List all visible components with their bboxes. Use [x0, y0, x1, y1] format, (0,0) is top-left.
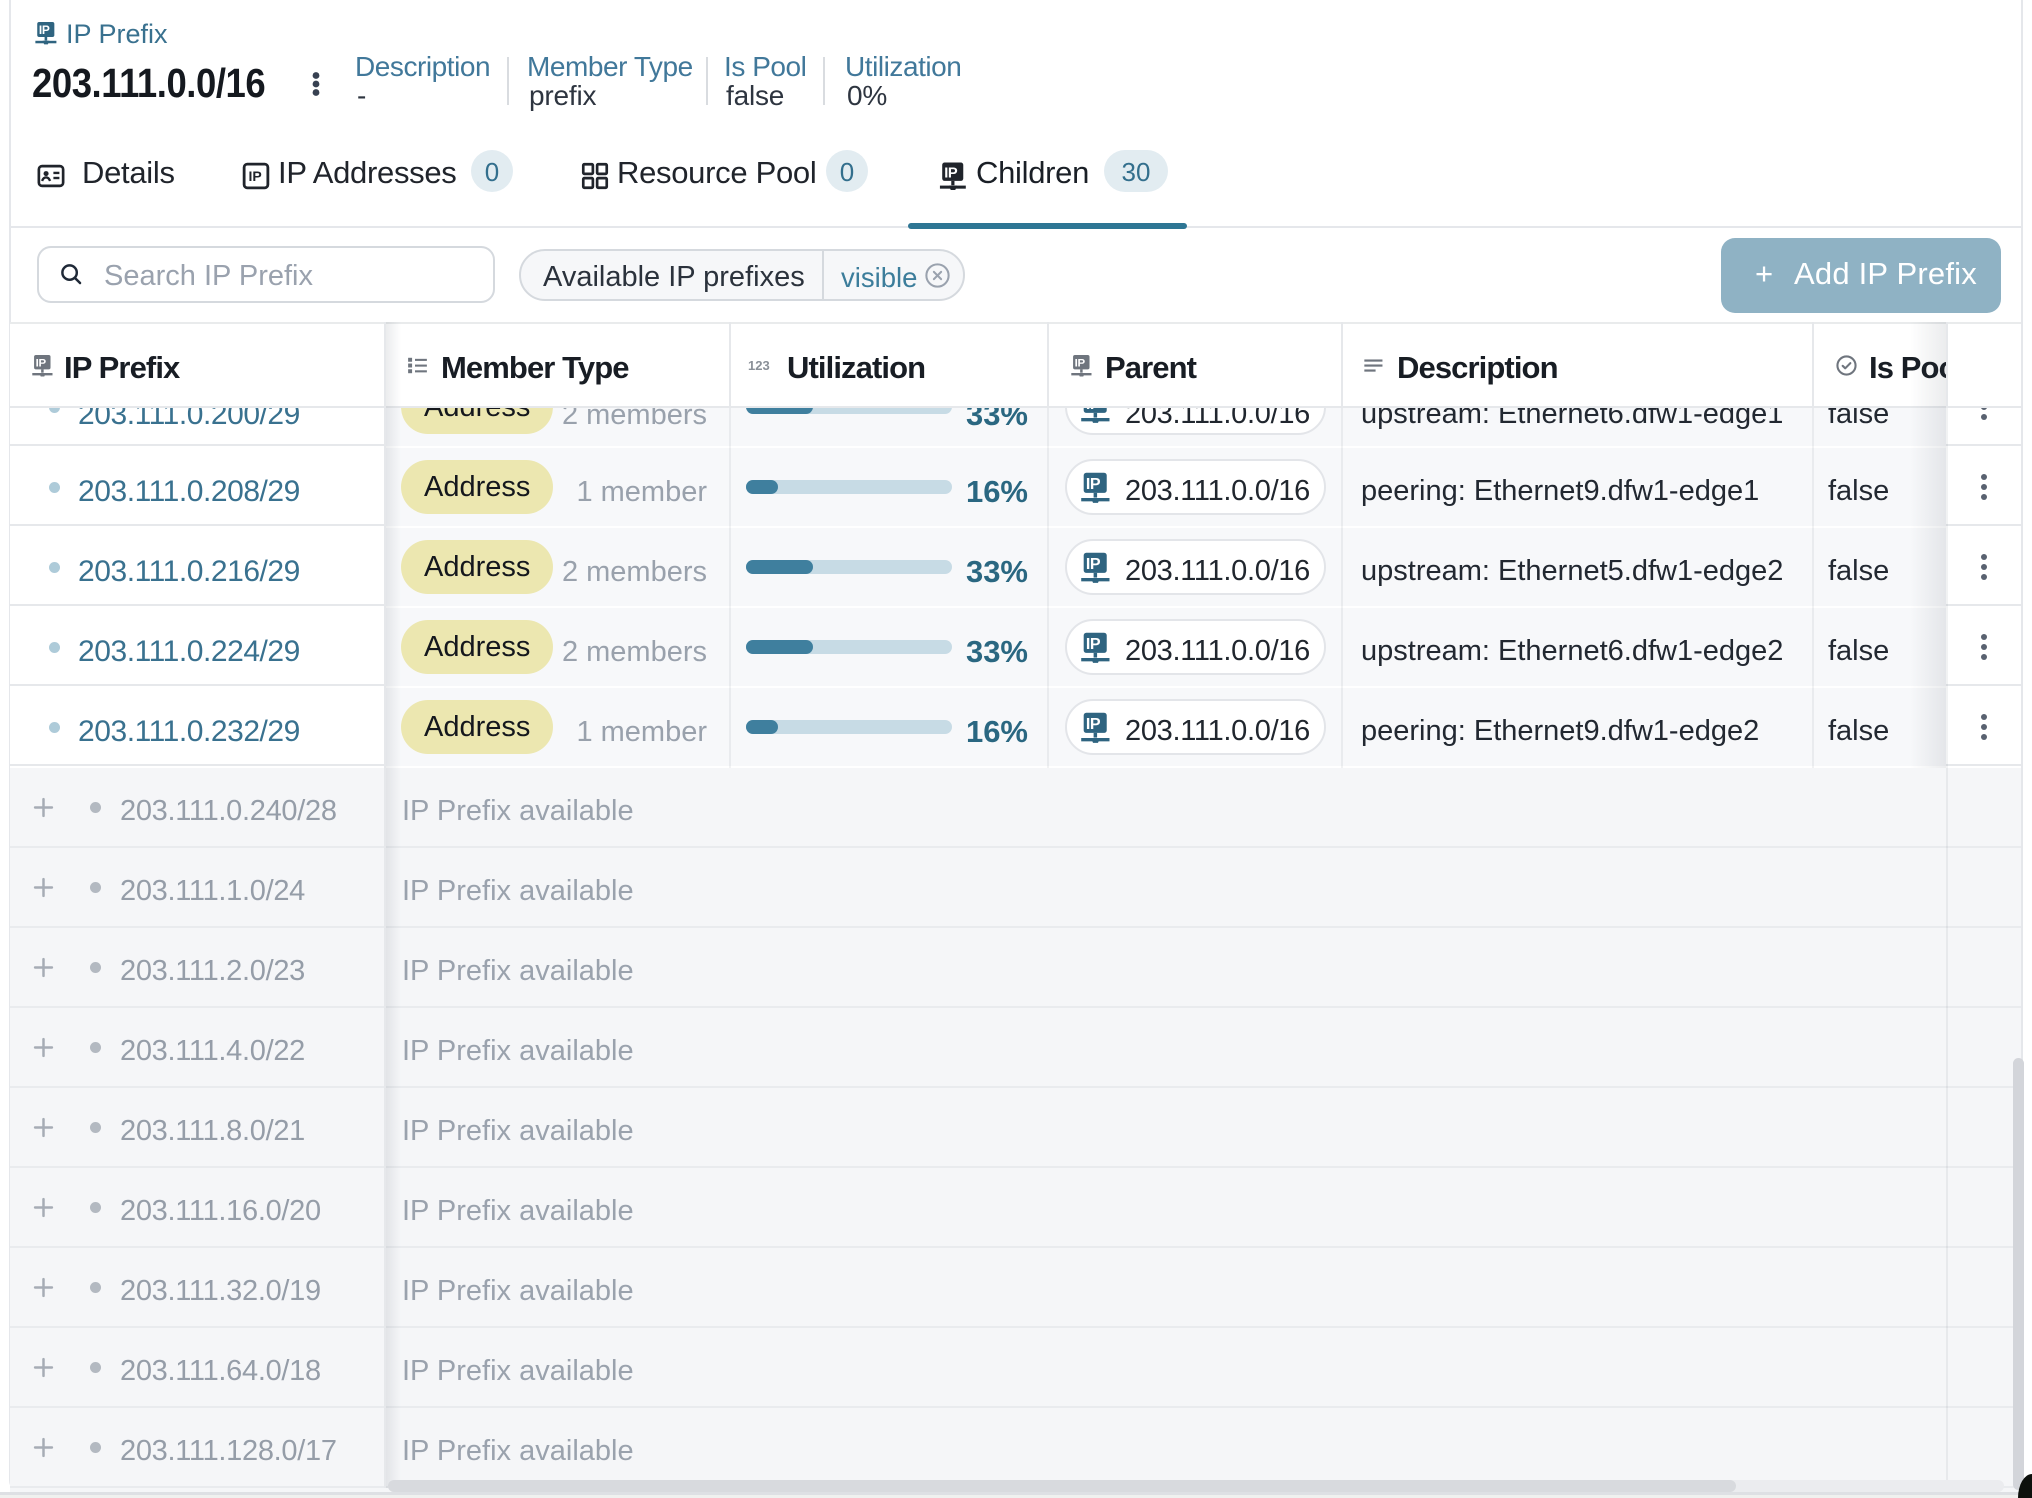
- svg-text:IP: IP: [944, 165, 958, 181]
- svg-text:IP: IP: [249, 168, 262, 184]
- svg-text:IP: IP: [36, 358, 47, 370]
- svg-text:IP: IP: [1075, 358, 1086, 370]
- svg-text:IP: IP: [1086, 475, 1101, 493]
- svg-text:IP: IP: [1086, 408, 1101, 413]
- svg-text:IP: IP: [1086, 715, 1101, 733]
- svg-text:IP: IP: [1086, 555, 1101, 573]
- svg-text:IP: IP: [1086, 635, 1101, 653]
- svg-text:123: 123: [748, 358, 770, 373]
- svg-text:IP: IP: [39, 23, 50, 37]
